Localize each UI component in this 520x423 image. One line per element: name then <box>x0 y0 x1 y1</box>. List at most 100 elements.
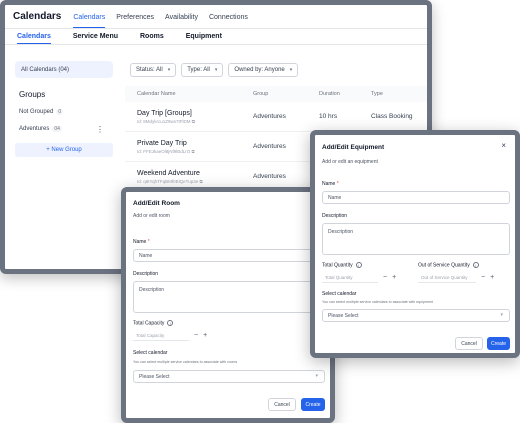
chevron-down-icon: ▾ <box>167 67 171 73</box>
chevron-down-icon: ▾ <box>214 67 218 73</box>
col-header-type[interactable]: Type <box>371 91 383 97</box>
status-filter[interactable]: Status: All ▾ <box>130 63 177 77</box>
sub-tabs: Calendars Service Menu Rooms Equipment <box>5 29 427 45</box>
table-row[interactable]: Day Trip [Groups] Id: 8Mdykrcu1Z9ws7tFlDM… <box>125 102 427 132</box>
col-header-name[interactable]: Calendar Name <box>125 91 253 97</box>
out-of-service-stepper[interactable]: Out of Service Quantity − + <box>418 272 494 283</box>
modal-subtitle: Add or edit an equipment <box>322 159 378 165</box>
cancel-button[interactable]: Cancel <box>268 398 296 411</box>
equipment-name-input[interactable]: Name <box>322 191 510 204</box>
quantity-input[interactable]: Total Quantity <box>322 272 378 283</box>
create-button[interactable]: Create <box>487 337 510 350</box>
calendar-id-text: Id: q6tYqhTFqBMf0ElQeTup3e <box>137 178 199 184</box>
calendar-group: Adventures <box>253 113 286 120</box>
copy-icon[interactable]: ⧉ <box>199 179 202 184</box>
calendar-type: Class Booking <box>371 113 413 120</box>
quantity-label: Total Quantity i <box>322 262 362 268</box>
copy-icon[interactable]: ⧉ <box>192 119 195 124</box>
modal-subtitle: Add or edit room <box>133 213 170 219</box>
room-description-textarea[interactable]: Description <box>133 281 325 313</box>
app-title: Calendars <box>13 11 62 22</box>
minus-icon[interactable]: − <box>383 274 387 281</box>
group-item-adventures[interactable]: Adventures 04 ⋮ <box>19 125 118 134</box>
tab-calendars[interactable]: Calendars <box>17 33 51 44</box>
calendar-id: Id: q6tYqhTFqBMf0ElQeTup3e ⧉ <box>137 179 253 184</box>
status-filter-label: Status: All <box>136 67 163 73</box>
group-name: Adventures <box>19 126 50 132</box>
calendar-label: Select calendar <box>133 350 168 356</box>
minus-icon[interactable]: − <box>481 274 485 281</box>
calendar-id: Id: 8Mdykrcu1Z9ws7tFlDM ⧉ <box>137 119 253 124</box>
calendar-id-text: Id: FFEJkaeOl8jNf9lBdLrO <box>137 148 191 154</box>
type-filter[interactable]: Type: All ▾ <box>181 63 224 77</box>
name-label: Name * <box>322 181 339 187</box>
room-calendar-select[interactable]: Please Select ▾ <box>133 370 325 383</box>
all-calendars-item[interactable]: All Calendars (04) <box>15 61 113 78</box>
minus-icon[interactable]: − <box>194 332 198 339</box>
nav-preferences[interactable]: Preferences <box>116 14 154 28</box>
table-header: Calendar Name Group Duration Type <box>125 86 427 102</box>
capacity-label: Total Capacity i <box>133 320 174 327</box>
top-nav: Calendars Calendars Preferences Availabi… <box>5 5 427 29</box>
close-icon[interactable]: × <box>501 141 506 150</box>
info-icon[interactable]: i <box>355 262 362 268</box>
groups-heading: Groups <box>19 90 46 99</box>
description-label: Description <box>133 271 159 277</box>
room-name-input[interactable]: Name <box>133 249 325 262</box>
calendar-hint: You can select multiple service calendar… <box>133 360 238 364</box>
tab-equipment[interactable]: Equipment <box>186 33 222 44</box>
calendar-label: Select calendar <box>322 291 357 297</box>
group-count-badge: 04 <box>52 126 62 132</box>
tab-service-menu[interactable]: Service Menu <box>73 33 118 44</box>
capacity-input[interactable]: Total Capacity <box>133 330 189 341</box>
chevron-down-icon: ▾ <box>289 67 293 73</box>
info-icon[interactable]: i <box>472 262 479 268</box>
modal-title: Add/Edit Equipment <box>322 144 385 151</box>
chevron-down-icon: ▾ <box>500 312 503 318</box>
add-edit-equipment-modal: Add/Edit Equipment × Add or edit an equi… <box>310 130 520 358</box>
tab-rooms[interactable]: Rooms <box>140 33 164 44</box>
new-group-button[interactable]: + New Group <box>15 143 113 157</box>
calendar-name[interactable]: Private Day Trip <box>137 140 253 147</box>
info-icon[interactable]: i <box>167 320 174 326</box>
create-button[interactable]: Create <box>301 398 325 411</box>
required-asterisk: * <box>336 181 339 187</box>
select-placeholder: Please Select <box>139 373 170 380</box>
calendar-name[interactable]: Day Trip [Groups] <box>137 110 253 117</box>
equipment-description-textarea[interactable]: Description <box>322 223 510 255</box>
plus-icon[interactable]: + <box>203 332 207 339</box>
group-count-badge: 0 <box>56 109 64 115</box>
name-label: Name * <box>133 239 150 245</box>
capacity-label-text: Total Capacity <box>133 320 165 327</box>
type-filter-label: Type: All <box>187 67 210 73</box>
nav-availability[interactable]: Availability <box>165 14 198 28</box>
required-asterisk: * <box>147 239 150 245</box>
col-header-group[interactable]: Group <box>253 91 319 97</box>
owner-filter-label: Owned by: Anyone <box>234 67 285 73</box>
select-placeholder: Please Select <box>328 312 359 319</box>
stage: Calendars Calendars Preferences Availabi… <box>0 0 520 423</box>
equipment-calendar-select[interactable]: Please Select ▾ <box>322 309 510 322</box>
copy-icon[interactable]: ⧉ <box>192 149 195 154</box>
out-of-service-input[interactable]: Out of Service Quantity <box>418 272 476 283</box>
cancel-button[interactable]: Cancel <box>455 337 483 350</box>
capacity-stepper[interactable]: Total Capacity − + <box>133 330 207 341</box>
name-label-text: Name <box>133 239 147 245</box>
nav-calendars[interactable]: Calendars <box>73 14 106 28</box>
col-header-duration[interactable]: Duration <box>319 91 371 97</box>
plus-icon[interactable]: + <box>392 274 396 281</box>
modal-title: Add/Edit Room <box>133 200 180 207</box>
nav-connections[interactable]: Connections <box>209 14 248 28</box>
group-item-not-grouped[interactable]: Not Grouped 0 <box>19 108 118 116</box>
quantity-stepper[interactable]: Total Quantity − + <box>322 272 396 283</box>
owner-filter[interactable]: Owned by: Anyone ▾ <box>228 63 299 77</box>
plus-icon[interactable]: + <box>490 274 494 281</box>
calendar-name[interactable]: Weekend Adventure <box>137 170 253 177</box>
kebab-menu-icon[interactable]: ⋮ <box>96 125 104 134</box>
calendar-duration: 10 hrs <box>319 113 338 120</box>
add-edit-room-modal: Add/Edit Room Add or edit room Name * Na… <box>121 187 335 423</box>
sidebar: All Calendars (04) Groups Not Grouped 0 … <box>10 53 118 269</box>
out-of-service-label-text: Out of Service Quantity <box>418 262 470 269</box>
group-name: Not Grouped <box>19 109 54 115</box>
calendar-id-text: Id: 8Mdykrcu1Z9ws7tFlDM <box>137 118 191 124</box>
